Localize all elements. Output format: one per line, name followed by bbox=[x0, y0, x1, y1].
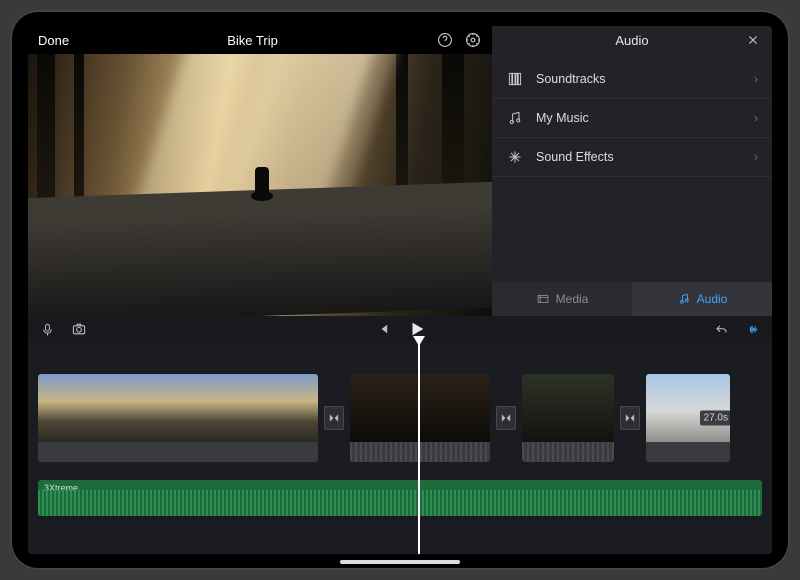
play-icon[interactable] bbox=[408, 320, 426, 338]
sound-effects-row[interactable]: Sound Effects › bbox=[492, 138, 772, 177]
timeline[interactable]: 27.0s 3Xtreme bbox=[28, 342, 772, 554]
clip-duration-badge: 27.0s bbox=[700, 411, 730, 426]
audio-clip[interactable]: 3Xtreme bbox=[38, 480, 762, 516]
transition-icon[interactable] bbox=[496, 374, 516, 462]
project-title: Bike Trip bbox=[69, 33, 436, 48]
tab-label: Audio bbox=[697, 292, 728, 306]
settings-icon[interactable] bbox=[464, 31, 482, 49]
mic-icon[interactable] bbox=[38, 320, 56, 338]
chevron-right-icon: › bbox=[754, 111, 758, 125]
row-label: My Music bbox=[536, 111, 589, 125]
transition-icon[interactable] bbox=[620, 374, 640, 462]
app-screen: Done Bike Trip Audio bbox=[28, 26, 772, 554]
audio-panel-header: Audio bbox=[492, 26, 772, 54]
audio-panel-title: Audio bbox=[615, 33, 648, 48]
video-clip[interactable] bbox=[350, 374, 490, 462]
done-button[interactable]: Done bbox=[38, 33, 69, 48]
video-clip[interactable] bbox=[38, 374, 318, 462]
ipad-frame: Done Bike Trip Audio bbox=[10, 10, 790, 570]
preview-header: Done Bike Trip bbox=[28, 26, 492, 54]
tab-label: Media bbox=[556, 292, 589, 306]
row-label: Soundtracks bbox=[536, 72, 605, 86]
video-clip[interactable] bbox=[522, 374, 614, 462]
playhead[interactable] bbox=[418, 342, 420, 554]
tab-audio[interactable]: Audio bbox=[632, 282, 772, 316]
chevron-right-icon: › bbox=[754, 72, 758, 86]
audio-category-list: Soundtracks › My Music › Sound Effects › bbox=[492, 54, 772, 282]
soundtracks-icon bbox=[506, 70, 524, 88]
transition-icon[interactable] bbox=[324, 374, 344, 462]
transport-toolbar bbox=[28, 316, 772, 342]
tab-media[interactable]: Media bbox=[492, 282, 632, 316]
home-indicator[interactable] bbox=[340, 560, 460, 564]
sparkle-icon bbox=[506, 148, 524, 166]
skip-back-icon[interactable] bbox=[374, 320, 392, 338]
my-music-row[interactable]: My Music › bbox=[492, 99, 772, 138]
camera-icon[interactable] bbox=[70, 320, 88, 338]
help-icon[interactable] bbox=[436, 31, 454, 49]
video-preview[interactable] bbox=[28, 54, 492, 316]
audio-panel: Audio Soundtracks › My Music bbox=[492, 26, 772, 316]
row-label: Sound Effects bbox=[536, 150, 614, 164]
preview-pane: Done Bike Trip bbox=[28, 26, 492, 316]
top-area: Done Bike Trip Audio bbox=[28, 26, 772, 316]
chevron-right-icon: › bbox=[754, 150, 758, 164]
undo-icon[interactable] bbox=[712, 320, 730, 338]
close-icon[interactable] bbox=[744, 31, 762, 49]
panel-tabs: Media Audio bbox=[492, 282, 772, 316]
music-note-icon bbox=[506, 109, 524, 127]
video-clip[interactable]: 27.0s bbox=[646, 374, 730, 462]
soundtracks-row[interactable]: Soundtracks › bbox=[492, 60, 772, 99]
audio-waveform-icon[interactable] bbox=[744, 320, 762, 338]
video-track: 27.0s bbox=[38, 374, 762, 462]
